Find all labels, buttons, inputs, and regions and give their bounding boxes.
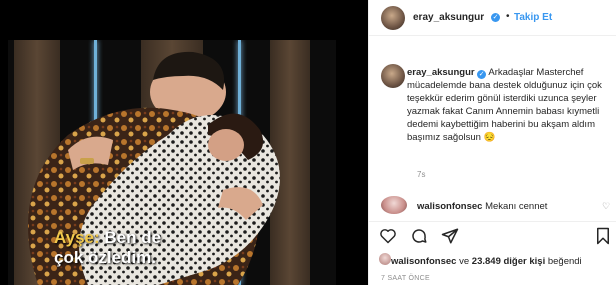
separator-dot: • [506, 11, 510, 22]
author-avatar[interactable] [381, 6, 405, 30]
action-bar [369, 221, 616, 251]
likes-connector: ve [459, 256, 470, 267]
caption-time[interactable]: 7s [417, 170, 425, 179]
caption-author-avatar[interactable] [381, 64, 405, 88]
subtitle-speaker: Ayşe: [54, 228, 100, 247]
video-frame: Ayşe: Ben de çok özledim. [8, 40, 336, 285]
post-media-video[interactable]: Ayşe: Ben de çok özledim. [0, 0, 368, 285]
likes-count[interactable]: 23.849 diğer kişi [472, 256, 545, 267]
subtitle-line1: Ben de [104, 228, 162, 247]
post-caption: eray_aksungur ✓ Arkadaşlar Masterchef mü… [407, 66, 607, 144]
caption-text: Arkadaşlar Masterchef mücadelemde bana d… [407, 67, 602, 143]
likes-summary: walisonfonsec ve 23.849 diğer kişi beğen… [391, 256, 582, 267]
small-heart-icon[interactable]: ♡ [602, 201, 610, 212]
post-sidebar: eray_aksungur ✓ • Takip Et eray_aksungur… [368, 0, 616, 285]
share-icon[interactable] [441, 227, 459, 245]
comment-icon[interactable] [410, 227, 428, 245]
video-subtitle: Ayşe: Ben de çok özledim. [54, 228, 161, 268]
heart-icon[interactable] [379, 228, 397, 244]
reply-author-avatar[interactable] [381, 196, 407, 214]
subtitle-line2: çok özledim. [54, 248, 157, 267]
verified-badge-icon: ✓ [477, 70, 487, 79]
follow-button[interactable]: Takip Et [514, 12, 552, 23]
author-username[interactable]: eray_aksungur [413, 12, 484, 23]
comment-item: walisonfonsec Mekanı cennet [417, 201, 547, 212]
bookmark-icon[interactable] [595, 227, 611, 245]
comment-text: Mekanı cennet [485, 201, 548, 212]
comment-username[interactable]: walisonfonsec [417, 201, 482, 212]
verified-badge-icon: ✓ [491, 13, 500, 22]
post-header: eray_aksungur ✓ • Takip Et [369, 0, 616, 36]
post-timestamp[interactable]: 7 SAAT ÖNCE [381, 275, 430, 282]
liker-username[interactable]: walisonfonsec [391, 256, 456, 267]
likes-suffix: beğendi [547, 256, 582, 267]
caption-username[interactable]: eray_aksungur [407, 67, 475, 78]
liker-avatar[interactable] [379, 253, 391, 265]
